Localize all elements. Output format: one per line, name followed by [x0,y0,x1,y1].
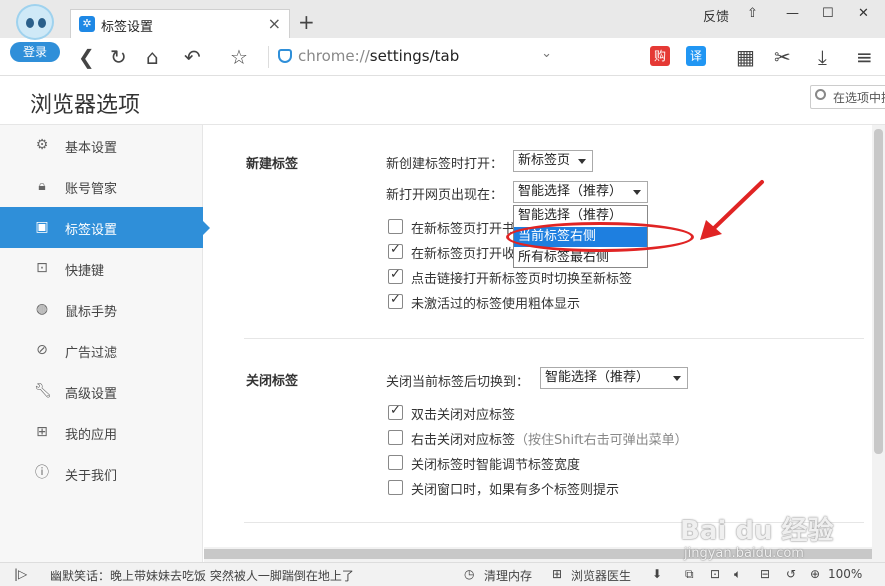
sidebar-item-mouse-gestures[interactable]: ◍ 鼠标手势 [0,289,203,330]
shortcut-icon: ⊡ [36,260,48,276]
user-avatar[interactable]: 登录 [8,4,60,62]
split-view-icon[interactable]: ⧉ [685,567,694,582]
sidebar-item-ad-filter[interactable]: ⊘ 广告过滤 [0,330,203,371]
tab-settings[interactable]: ✲ 标签设置 × [70,9,290,38]
feedback-button[interactable]: 反馈 [703,6,729,25]
block-icon: ⊘ [36,342,48,358]
settings-gear-icon: ✲ [79,16,95,32]
page-header: 浏览器选项 在选项中搜索 [0,77,885,125]
hint-text: （按住Shift右击可弹出菜单） [515,433,688,448]
chevron-down-icon [673,376,681,381]
mouse-icon: ◍ [35,301,49,317]
page-title: 浏览器选项 [30,93,141,118]
annotation-arrow-icon [700,180,764,240]
chevron-down-icon [578,159,586,164]
download-icon[interactable]: ⤓ [818,45,827,69]
refresh-icon[interactable]: ↻ [110,45,127,69]
info-icon: ⓘ [35,465,49,481]
address-bar[interactable]: chrome://settings/tab ⌄ [268,44,558,70]
section-title-close-tab: 关闭标签 [246,374,299,389]
new-tab-open-select[interactable]: 新标签页 [513,150,593,172]
search-placeholder: 在选项中搜索 [833,91,885,105]
translate-icon[interactable]: 译 [686,46,706,66]
wrench-icon: 🔧︎ [34,383,52,399]
clean-memory-button[interactable]: 清理内存 [484,567,532,584]
volume-icon[interactable]: 🔈︎ [734,567,741,582]
checkbox[interactable] [388,219,403,234]
home-icon[interactable]: ⌂ [146,45,159,69]
shield-icon [278,49,292,63]
screenshot-icon[interactable]: ⊡ [710,567,720,581]
status-bar: |▷ 幽默笑话：晚上带妹妹去吃饭 突然被人一脚踹倒在地上了 ◷ 清理内存 ⊞ 浏… [0,562,885,586]
tab-close-icon[interactable]: × [268,14,281,33]
toolbar: ❮ ↻ ⌂ ↶ ☆ chrome://settings/tab ⌄ 购 译 ▦ … [0,38,885,76]
section-title-new-tab: 新建标签 [246,157,299,172]
skin-icon[interactable]: ⇧ [747,6,758,21]
apps-icon: ⊞ [36,424,48,440]
favorite-star-icon[interactable]: ☆ [230,45,248,69]
zoom-icon[interactable]: ⊕ [810,567,820,581]
scissors-icon[interactable]: ✂ [774,45,791,69]
search-icon [815,89,826,100]
window-icon[interactable]: ⊟ [760,567,770,581]
title-bar: 登录 ✲ 标签设置 × + 反馈 ⇧ — ☐ ✕ [0,0,885,62]
menu-icon[interactable]: ≡ [856,45,873,69]
close-window-button[interactable]: ✕ [858,6,869,21]
avatar-face-icon [16,4,54,40]
tab-title: 标签设置 [101,20,154,35]
sidebar-item-tabs[interactable]: ▣ 标签设置 [0,207,210,248]
annotation-ellipse [506,222,694,252]
chevron-down-icon[interactable]: ⌄ [541,46,552,61]
sidebar-item-advanced[interactable]: 🔧︎ 高级设置 [0,371,203,412]
checkbox[interactable] [388,480,403,495]
new-page-position-select[interactable]: 智能选择（推荐） [513,181,648,203]
search-input[interactable]: 在选项中搜索 [810,85,885,109]
browser-doctor-icon[interactable]: ⊞ [552,567,562,581]
scrollbar-thumb[interactable] [874,129,883,454]
url-text[interactable]: chrome://settings/tab [298,47,459,65]
back-icon[interactable]: ❮ [78,45,95,69]
checkbox-checked[interactable] [388,267,403,284]
sidebar-item-about[interactable]: ⓘ 关于我们 [0,453,203,494]
checkbox-checked[interactable] [388,242,403,259]
gear-icon: ⚙ [35,137,49,153]
lock-icon: 🔒︎ [38,178,46,194]
section-divider [244,338,864,339]
minimize-button[interactable]: — [786,6,799,21]
sidebar: ⚙ 基本设置 🔒︎ 账号管家 ▣ 标签设置 ⊡ 快捷键 ◍ 鼠标手势 ⊘ 广告过… [0,125,210,562]
download-status-icon[interactable]: ⬇ [652,567,662,581]
zoom-level[interactable]: 100% [828,567,862,581]
clean-memory-icon[interactable]: ◷ [464,567,474,581]
checkbox[interactable] [388,430,403,445]
shopping-icon[interactable]: 购 [650,46,670,66]
new-tab-open-label: 新创建标签时打开： [386,157,504,172]
close-switch-label: 关闭当前标签后切换到： [386,375,530,390]
close-switch-select[interactable]: 智能选择（推荐） [540,367,688,389]
new-tab-button[interactable]: + [298,10,315,34]
undo-icon[interactable]: ↶ [184,45,201,69]
restore-icon[interactable]: ↺ [786,567,796,581]
sidebar-item-basic[interactable]: ⚙ 基本设置 [0,125,203,166]
sidebar-toggle-icon[interactable]: |▷ [14,567,27,581]
sidebar-item-my-apps[interactable]: ⊞ 我的应用 [0,412,203,453]
vertical-scrollbar[interactable] [872,125,885,562]
new-page-position-label: 新打开网页出现在： [386,188,504,203]
chevron-down-icon [633,190,641,195]
checkbox[interactable] [388,455,403,470]
news-ticker[interactable]: 幽默笑话：晚上带妹妹去吃饭 突然被人一脚踹倒在地上了 [50,567,354,584]
maximize-button[interactable]: ☐ [822,6,834,21]
checkbox-checked[interactable] [388,292,403,309]
tab-icon: ▣ [35,219,49,235]
checkbox-checked[interactable] [388,403,403,420]
browser-doctor-button[interactable]: 浏览器医生 [571,567,631,584]
sidebar-item-account[interactable]: 🔒︎ 账号管家 [0,166,203,207]
login-button[interactable]: 登录 [10,42,60,62]
apps-grid-icon[interactable]: ▦ [736,45,755,69]
sidebar-item-shortcuts[interactable]: ⊡ 快捷键 [0,248,203,289]
